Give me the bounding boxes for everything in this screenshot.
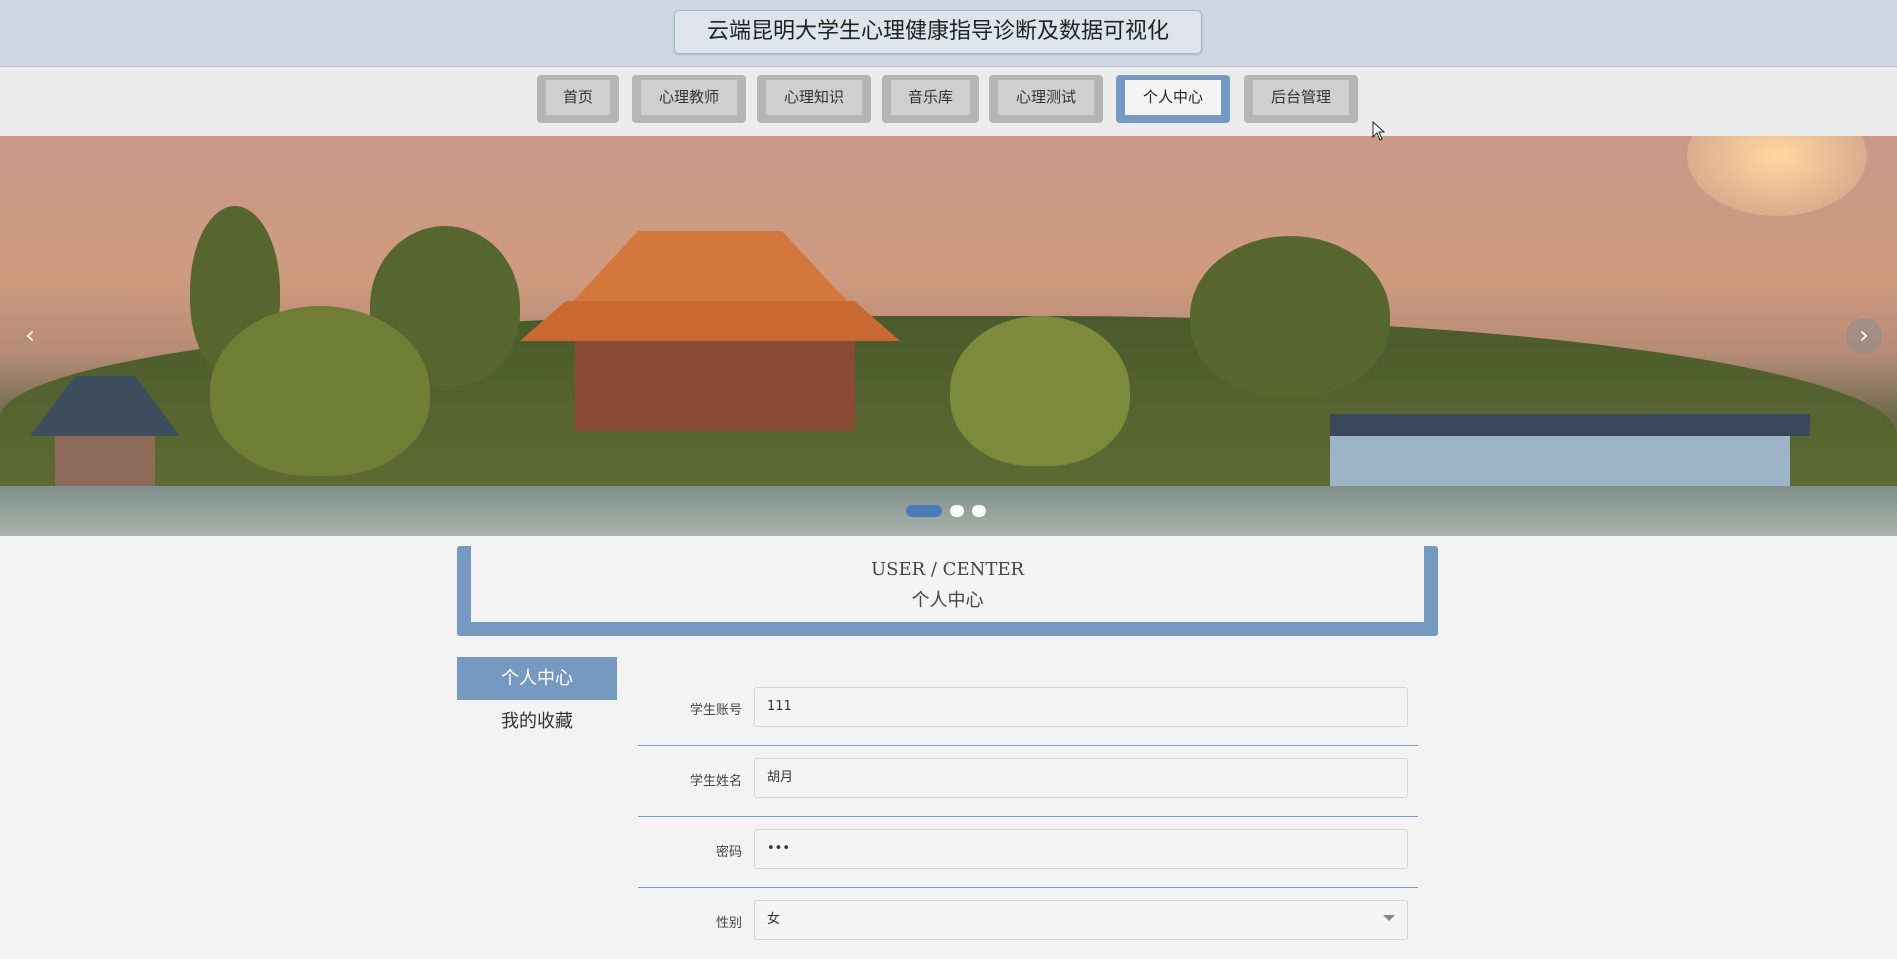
field-label: 学生账号 (689, 703, 742, 718)
nav-item-label[interactable]: 首页 (546, 80, 610, 115)
banner-carousel[interactable]: ‹ › (0, 136, 1897, 536)
user-sidebar: 个人中心 我的收藏 (457, 657, 617, 743)
temple-hall (575, 341, 855, 431)
section-title-en: USER / CENTER (870, 559, 1025, 580)
nav-item-label[interactable]: 心理测试 (998, 80, 1094, 115)
chevron-left-icon[interactable]: ‹ (12, 318, 48, 354)
sidebar-item-favorites[interactable]: 我的收藏 (457, 700, 617, 743)
form-row-gender: 性别 女 (638, 888, 1418, 959)
header-bar: 云端昆明大学生心理健康指导诊断及数据可视化 (0, 0, 1897, 67)
nav-item-user-center[interactable]: 个人中心 (1116, 75, 1230, 123)
temple-roof-lower (520, 301, 900, 341)
lakeside-building (1330, 436, 1790, 491)
section-header: USER / CENTER 个人中心 (457, 546, 1438, 636)
field-label: 学生姓名 (689, 774, 742, 789)
nav-item-label[interactable]: 音乐库 (891, 80, 970, 115)
carousel-dot[interactable] (906, 505, 942, 517)
field-label: 性别 (715, 916, 742, 931)
nav-item-admin[interactable]: 后台管理 (1244, 75, 1358, 123)
lakeside-roof (1330, 414, 1810, 436)
sidebar-item-user-center[interactable]: 个人中心 (457, 657, 617, 700)
field-label: 密码 (715, 845, 742, 860)
form-row-password: 密码 ••• (638, 817, 1418, 888)
carousel-dot[interactable] (950, 505, 964, 517)
password-input[interactable]: ••• (754, 829, 1408, 869)
nav-item-home[interactable]: 首页 (537, 75, 619, 123)
gender-select[interactable]: 女 (754, 900, 1408, 940)
chevron-right-icon[interactable]: › (1846, 318, 1882, 354)
nav-item-label[interactable]: 个人中心 (1125, 80, 1221, 115)
chevron-down-icon (1383, 915, 1395, 921)
sunset-glow (1687, 136, 1867, 216)
nav-item-label[interactable]: 后台管理 (1253, 80, 1349, 115)
section-title-cn: 个人中心 (911, 590, 984, 611)
student-name-input[interactable]: 胡月 (754, 758, 1408, 798)
nav-item-teachers[interactable]: 心理教师 (632, 75, 746, 123)
temple-roof (573, 231, 847, 301)
carousel-dot[interactable] (972, 505, 986, 517)
student-account-input[interactable]: 111 (754, 687, 1408, 727)
profile-form: 学生账号 111 学生姓名 胡月 密码 ••• 性别 女 (638, 675, 1418, 959)
nav-item-tests[interactable]: 心理测试 (989, 75, 1103, 123)
main-nav: 首页 心理教师 心理知识 音乐库 心理测试 个人中心 后台管理 (0, 67, 1897, 136)
form-row-name: 学生姓名 胡月 (638, 746, 1418, 817)
tree (1190, 236, 1390, 396)
nav-item-knowledge[interactable]: 心理知识 (757, 75, 871, 123)
nav-item-music[interactable]: 音乐库 (882, 75, 979, 123)
nav-item-label[interactable]: 心理教师 (641, 80, 737, 115)
form-row-account: 学生账号 111 (638, 675, 1418, 746)
lake (0, 486, 1897, 536)
pavilion (55, 436, 155, 486)
tree (210, 306, 430, 476)
nav-item-label[interactable]: 心理知识 (766, 80, 862, 115)
site-title: 云端昆明大学生心理健康指导诊断及数据可视化 (674, 10, 1202, 54)
tree (950, 316, 1130, 466)
